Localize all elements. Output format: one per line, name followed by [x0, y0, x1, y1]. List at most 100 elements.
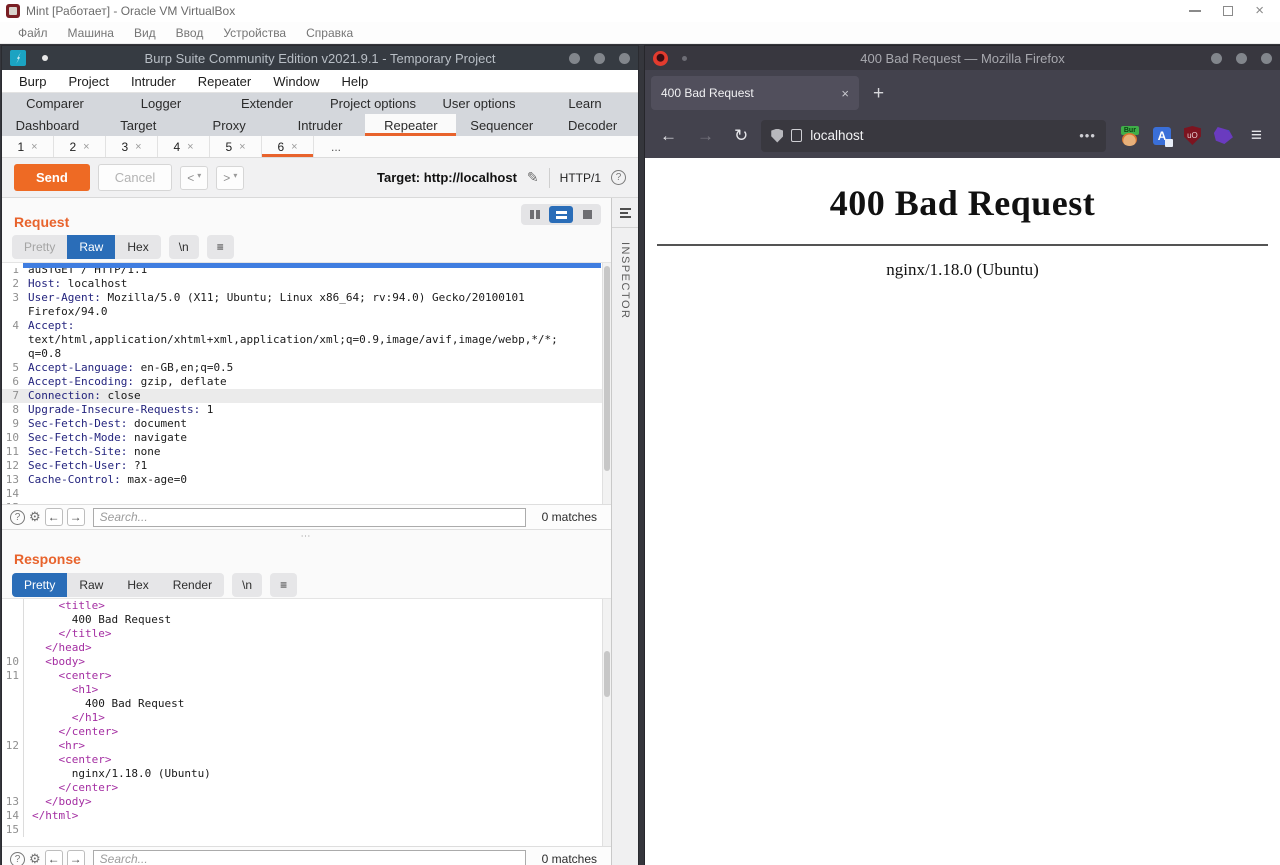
- vbox-menu-[interactable]: Справка: [296, 26, 363, 40]
- view-tab-hex[interactable]: Hex: [115, 573, 160, 597]
- inspector-label[interactable]: INSPECTOR: [619, 242, 631, 319]
- url-bar[interactable]: localhost •••: [761, 120, 1106, 152]
- search-prev-button[interactable]: ←: [45, 508, 63, 526]
- reload-button[interactable]: ↻: [727, 126, 755, 146]
- code-line[interactable]: 12Sec-Fetch-User: ?1: [2, 459, 611, 473]
- newline-toggle-button[interactable]: \n: [232, 573, 262, 597]
- code-line[interactable]: 4Accept:: [2, 319, 611, 333]
- help-icon[interactable]: ?: [611, 170, 626, 185]
- vbox-restore-button[interactable]: [1223, 6, 1233, 16]
- session-tab-4[interactable]: 4×: [158, 136, 210, 157]
- tab-comparer[interactable]: Comparer: [2, 93, 108, 114]
- burp-menu-burp[interactable]: Burp: [8, 74, 57, 89]
- search-next-button[interactable]: →: [67, 850, 85, 865]
- tab-sequencer[interactable]: Sequencer: [456, 114, 547, 136]
- page-info-icon[interactable]: [791, 129, 802, 142]
- code-line[interactable]: 13Cache-Control: max-age=0: [2, 473, 611, 487]
- tab-close-icon[interactable]: ×: [841, 86, 849, 101]
- new-tab-button[interactable]: +: [859, 83, 898, 105]
- tab-decoder[interactable]: Decoder: [547, 114, 638, 136]
- translate-extension-icon[interactable]: A: [1153, 127, 1171, 145]
- request-menu-button[interactable]: ≡: [207, 235, 234, 259]
- close-tab-icon[interactable]: ×: [135, 141, 141, 153]
- back-button[interactable]: ←: [653, 126, 684, 146]
- http-version-label[interactable]: HTTP/1: [560, 171, 601, 185]
- request-scrollbar[interactable]: [602, 263, 611, 504]
- burp-menu-repeater[interactable]: Repeater: [187, 74, 262, 89]
- code-line[interactable]: q=0.8: [2, 347, 611, 361]
- session-tab-2[interactable]: 2×: [54, 136, 106, 157]
- layout-single-button[interactable]: [575, 206, 599, 223]
- burp-minimize-button[interactable]: [569, 53, 580, 64]
- code-line[interactable]: 1auSTGET / HTTP/1.1: [2, 268, 611, 277]
- close-tab-icon[interactable]: ×: [187, 141, 193, 153]
- vbox-menu-[interactable]: Файл: [8, 26, 58, 40]
- url-text[interactable]: localhost: [810, 128, 1071, 143]
- tab-logger[interactable]: Logger: [108, 93, 214, 114]
- search-help-icon[interactable]: ?: [10, 852, 25, 865]
- vbox-menu-[interactable]: Устройства: [213, 26, 296, 40]
- tab-learn[interactable]: Learn: [532, 93, 638, 114]
- session-tab-1[interactable]: 1×: [2, 136, 54, 157]
- tab-dashboard[interactable]: Dashboard: [2, 114, 93, 136]
- close-tab-icon[interactable]: ×: [239, 141, 245, 153]
- ublock-origin-extension-icon[interactable]: uO: [1184, 126, 1201, 145]
- tab-intruder[interactable]: Intruder: [275, 114, 366, 136]
- burp-menu-help[interactable]: Help: [330, 74, 379, 89]
- session-tab-6[interactable]: 6×: [262, 136, 314, 157]
- request-search-input[interactable]: [93, 508, 526, 527]
- view-tab-render[interactable]: Render: [161, 573, 224, 597]
- vbox-minimize-button[interactable]: [1189, 10, 1201, 12]
- close-tab-icon[interactable]: ×: [31, 141, 37, 153]
- send-button[interactable]: Send: [14, 164, 90, 191]
- view-tab-pretty[interactable]: Pretty: [12, 573, 67, 597]
- layout-rows-button[interactable]: [549, 206, 573, 223]
- privacy-extension-icon[interactable]: 3: [1214, 127, 1233, 144]
- response-menu-button[interactable]: ≡: [270, 573, 297, 597]
- search-settings-icon[interactable]: ⚙: [29, 509, 41, 525]
- session-tabs-overflow[interactable]: ...: [314, 136, 358, 157]
- code-line[interactable]: 7Connection: close: [2, 389, 611, 403]
- forward-button[interactable]: →: [690, 126, 721, 146]
- inspector-collapse-icon[interactable]: [612, 198, 638, 228]
- code-line[interactable]: 14: [2, 487, 611, 501]
- session-tab-5[interactable]: 5×: [210, 136, 262, 157]
- tab-proxy[interactable]: Proxy: [184, 114, 275, 136]
- menu-hamburger-icon[interactable]: ≡: [1247, 125, 1272, 147]
- firefox-close-button[interactable]: [1261, 53, 1272, 64]
- tab-repeater[interactable]: Repeater: [365, 114, 456, 136]
- firefox-minimize-button[interactable]: [1211, 53, 1222, 64]
- close-tab-icon[interactable]: ×: [83, 141, 89, 153]
- response-scrollbar[interactable]: [602, 599, 611, 846]
- search-help-icon[interactable]: ?: [10, 510, 25, 525]
- search-prev-button[interactable]: ←: [45, 850, 63, 865]
- vbox-close-button[interactable]: ×: [1255, 6, 1264, 16]
- edit-target-icon[interactable]: ✎: [527, 169, 539, 186]
- code-line[interactable]: 9Sec-Fetch-Dest: document: [2, 417, 611, 431]
- view-tab-raw[interactable]: Raw: [67, 235, 115, 259]
- view-tab-raw[interactable]: Raw: [67, 573, 115, 597]
- cancel-button[interactable]: Cancel: [98, 164, 172, 191]
- vbox-menu-[interactable]: Вид: [124, 26, 166, 40]
- foxyproxy-extension-icon[interactable]: Bur: [1120, 126, 1140, 146]
- burp-menu-project[interactable]: Project: [57, 74, 119, 89]
- tab-target[interactable]: Target: [93, 114, 184, 136]
- view-tab-hex[interactable]: Hex: [115, 235, 160, 259]
- search-settings-icon[interactable]: ⚙: [29, 851, 41, 865]
- panel-splitter[interactable]: ⋯: [2, 530, 611, 542]
- code-line[interactable]: text/html,application/xhtml+xml,applicat…: [2, 333, 611, 347]
- tracking-protection-shield-icon[interactable]: [771, 129, 783, 143]
- code-line[interactable]: 8Upgrade-Insecure-Requests: 1: [2, 403, 611, 417]
- code-line[interactable]: 11Sec-Fetch-Site: none: [2, 445, 611, 459]
- tab-user-options[interactable]: User options: [426, 93, 532, 114]
- close-tab-icon[interactable]: ×: [291, 141, 297, 153]
- session-tab-3[interactable]: 3×: [106, 136, 158, 157]
- code-line[interactable]: 5Accept-Language: en-GB,en;q=0.5: [2, 361, 611, 375]
- burp-menu-intruder[interactable]: Intruder: [120, 74, 187, 89]
- layout-columns-button[interactable]: [523, 206, 547, 223]
- code-line[interactable]: 3User-Agent: Mozilla/5.0 (X11; Ubuntu; L…: [2, 291, 611, 305]
- code-line[interactable]: 15: [2, 501, 611, 504]
- burp-maximize-button[interactable]: [594, 53, 605, 64]
- tab-extender[interactable]: Extender: [214, 93, 320, 114]
- request-editor[interactable]: 1auSTGET / HTTP/1.12Host: localhost3User…: [2, 262, 611, 504]
